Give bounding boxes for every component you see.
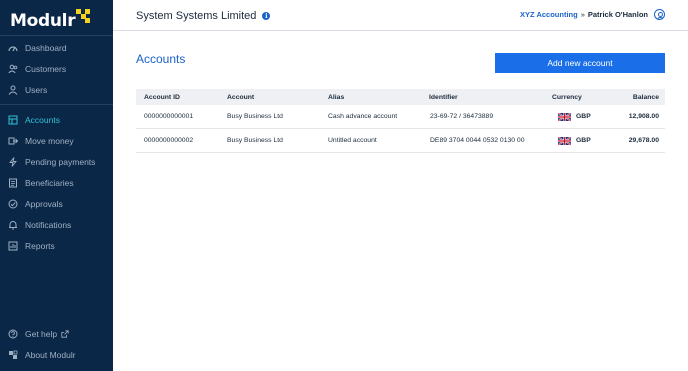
column-header-account-id[interactable]: Account ID (144, 94, 180, 101)
customers-icon (8, 64, 18, 74)
bell-icon (8, 220, 18, 230)
currency-code: GBP (576, 137, 591, 144)
sidebar-item-about-modulr[interactable]: About Modulr (0, 344, 113, 365)
sidebar-item-notifications[interactable]: Notifications (0, 214, 113, 235)
sidebar-item-label: Accounts (25, 114, 60, 125)
sidebar-item-label: Users (25, 84, 48, 95)
external-link-icon (61, 329, 69, 338)
company-name: System Systems Limited i (136, 10, 271, 22)
check-circle-icon (8, 199, 18, 209)
table-header: Account ID Account Alias Identifier Curr… (136, 89, 665, 105)
currency-cell: GBP (558, 136, 591, 145)
top-header: System Systems Limited i XYZ Accounting … (113, 0, 688, 31)
identifier-cell: 23-69-72 / 36473889 (430, 113, 494, 120)
column-header-account[interactable]: Account (227, 94, 254, 101)
balance-cell: 29,678.00 (628, 137, 659, 144)
sidebar-item-label: Reports (25, 240, 55, 251)
divider (0, 35, 113, 36)
accounts-table: Account ID Account Alias Identifier Curr… (136, 89, 665, 153)
user-menu[interactable]: XYZ Accounting » Patrick O'Hanlon (520, 9, 665, 20)
sidebar: Modulr Dashboard Customers Users Account… (0, 0, 113, 371)
sidebar-item-label: Get help (25, 328, 58, 339)
reports-icon (8, 241, 18, 251)
column-header-balance[interactable]: Balance (633, 94, 659, 101)
balance-cell: 12,908.00 (628, 113, 659, 120)
users-icon (8, 85, 18, 95)
sidebar-item-label: Notifications (25, 219, 72, 230)
sidebar-bottom: Get help About Modulr (0, 323, 113, 365)
modulr-logo[interactable]: Modulr (10, 9, 91, 33)
sidebar-item-reports[interactable]: Reports (0, 235, 113, 256)
column-header-identifier[interactable]: Identifier (429, 94, 458, 101)
logo-text: Modulr (10, 11, 76, 31)
lightning-icon (8, 156, 18, 167)
user-name: Patrick O'Hanlon (587, 10, 648, 19)
sidebar-item-beneficiaries[interactable]: Beneficiaries (0, 172, 113, 193)
column-header-currency[interactable]: Currency (552, 94, 582, 101)
user-avatar-icon[interactable] (654, 9, 665, 20)
sidebar-item-pending-payments[interactable]: Pending payments (0, 151, 113, 172)
alias-cell: Untitled account (328, 137, 377, 144)
sidebar-item-dashboard[interactable]: Dashboard (0, 37, 113, 58)
info-icon[interactable]: i (262, 12, 271, 20)
divider (0, 104, 113, 105)
alias-cell: Cash advance account (328, 113, 398, 120)
account-id-cell: 0000000000001 (144, 113, 194, 120)
sidebar-item-label: Dashboard (25, 42, 67, 53)
column-header-alias[interactable]: Alias (328, 94, 344, 101)
sidebar-item-label: Beneficiaries (25, 177, 74, 188)
company-label: System Systems Limited (136, 10, 257, 22)
beneficiaries-icon (8, 178, 18, 188)
add-new-account-button[interactable]: Add new account (495, 53, 665, 73)
sidebar-item-label: Pending payments (25, 156, 96, 167)
breadcrumb-separator: » (580, 10, 585, 19)
currency-cell: GBP (558, 112, 591, 121)
dashboard-icon (8, 43, 18, 53)
page-title: Accounts (136, 52, 186, 66)
uk-flag-icon (558, 112, 571, 121)
sidebar-nav: Dashboard Customers Users Accounts Move … (0, 37, 113, 256)
logo-mark-icon (76, 9, 91, 23)
move-money-icon (8, 136, 18, 146)
sidebar-item-accounts[interactable]: Accounts (0, 109, 113, 130)
account-cell: Busy Business Ltd (227, 113, 283, 120)
sidebar-item-get-help[interactable]: Get help (0, 323, 113, 344)
sidebar-item-approvals[interactable]: Approvals (0, 193, 113, 214)
account-id-cell: 0000000000002 (144, 137, 194, 144)
table-row[interactable]: 0000000000001 Busy Business Ltd Cash adv… (136, 105, 665, 129)
identifier-cell: DE89 3704 0044 0532 0130 00 (430, 137, 525, 144)
accounts-icon (8, 115, 18, 125)
org-name[interactable]: XYZ Accounting (520, 10, 578, 19)
sidebar-item-customers[interactable]: Customers (0, 58, 113, 79)
sidebar-item-move-money[interactable]: Move money (0, 130, 113, 151)
help-icon (8, 329, 18, 339)
account-cell: Busy Business Ltd (227, 137, 283, 144)
sidebar-item-label: About Modulr (25, 349, 76, 360)
currency-code: GBP (576, 113, 591, 120)
table-row[interactable]: 0000000000002 Busy Business Ltd Untitled… (136, 129, 665, 153)
modulr-icon (8, 350, 18, 360)
sidebar-item-label: Approvals (25, 198, 63, 209)
uk-flag-icon (558, 136, 571, 145)
sidebar-item-label: Customers (25, 63, 67, 74)
sidebar-item-label: Move money (25, 135, 74, 146)
sidebar-item-users[interactable]: Users (0, 79, 113, 100)
